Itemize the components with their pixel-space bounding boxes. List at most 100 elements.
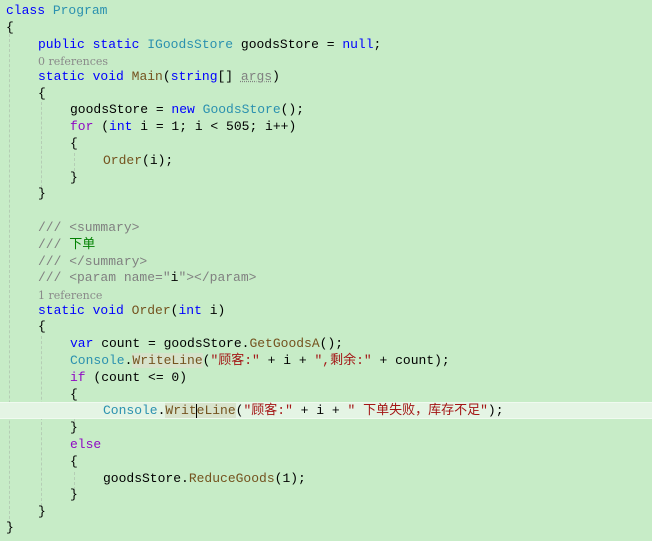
- punctuation: );: [487, 403, 504, 418]
- code-line[interactable]: for (int i = 1; i < 505; i++): [0, 118, 652, 135]
- type-name: Console: [103, 403, 158, 418]
- expression: + i +: [292, 403, 348, 418]
- code-line[interactable]: goodsStore = new GoodsStore();: [0, 101, 652, 118]
- code-line[interactable]: /// </summary>: [0, 253, 652, 270]
- current-line[interactable]: Console.WriteLine("顾客:" + i + " 下单失败，库存不…: [0, 402, 652, 419]
- keyword: static: [38, 303, 85, 318]
- brace: }: [38, 504, 46, 519]
- code-line[interactable]: static void Order(int i): [0, 302, 652, 319]
- doc-comment-tag: "></param>: [178, 270, 257, 285]
- keyword: public: [38, 37, 85, 52]
- keyword: new: [171, 102, 195, 117]
- parameter: i): [201, 303, 226, 318]
- code-line[interactable]: goodsStore.ReduceGoods(1);: [0, 470, 652, 487]
- code-line[interactable]: /// <param name="i"></param>: [0, 269, 652, 286]
- method-name-highlighted: WriteLine: [132, 353, 203, 368]
- doc-comment-prefix: ///: [38, 237, 62, 252]
- code-line[interactable]: class Program: [0, 2, 652, 19]
- code-line[interactable]: {: [0, 318, 652, 335]
- keyword: static: [92, 37, 140, 52]
- punctuation: (: [93, 119, 110, 134]
- code-line[interactable]: {: [0, 386, 652, 403]
- punctuation: ;: [373, 37, 382, 52]
- doc-comment-tag: </summary>: [61, 254, 148, 269]
- punctuation: ();: [319, 336, 344, 351]
- keyword: class: [6, 3, 46, 18]
- code-line[interactable]: {: [0, 85, 652, 102]
- doc-comment-prefix: ///: [38, 220, 62, 235]
- brace: }: [38, 186, 46, 201]
- type-name: GoodsStore: [202, 102, 281, 117]
- control-keyword: if: [70, 370, 86, 385]
- code-line[interactable]: /// <summary>: [0, 219, 652, 236]
- keyword: var: [70, 336, 94, 351]
- method-name-highlighted: Writ: [165, 403, 197, 418]
- brace: }: [70, 170, 78, 185]
- code-line[interactable]: }: [0, 169, 652, 186]
- string-literal: " 下单失败，库存不足": [347, 403, 488, 418]
- code-line[interactable]: else: [0, 436, 652, 453]
- class-name: Program: [52, 3, 108, 18]
- punctuation: ): [272, 69, 280, 84]
- code-line[interactable]: if (count <= 0): [0, 369, 652, 386]
- keyword: int: [109, 119, 133, 134]
- brace: }: [70, 420, 78, 435]
- brace: {: [70, 387, 78, 402]
- code-line[interactable]: var count = goodsStore.GetGoodsA();: [0, 335, 652, 352]
- code-line[interactable]: }: [0, 503, 652, 520]
- identifier: goodsStore: [70, 102, 149, 117]
- expression: + i +: [259, 353, 315, 368]
- method-name: ReduceGoods: [188, 471, 275, 486]
- doc-comment-text: 下单: [61, 237, 96, 252]
- string-literal: "顾客:": [210, 353, 260, 368]
- method-name-highlighted: eLine: [196, 403, 236, 418]
- brace: }: [70, 487, 78, 502]
- keyword: void: [92, 69, 124, 84]
- code-line[interactable]: }: [0, 519, 652, 536]
- field-name: goodsStore: [240, 37, 319, 52]
- keyword: void: [92, 303, 124, 318]
- code-line[interactable]: {: [0, 135, 652, 152]
- method-name: Order: [103, 153, 143, 168]
- operator: =: [318, 37, 343, 52]
- code-line[interactable]: }: [0, 185, 652, 202]
- arguments: (i);: [142, 153, 174, 168]
- operator: =: [148, 102, 172, 117]
- doc-comment-tag: <param name=": [61, 270, 171, 285]
- expression: count = goodsStore.: [93, 336, 250, 351]
- type-name: Console: [70, 353, 125, 368]
- expression: + count);: [371, 353, 450, 368]
- method-name: Order: [131, 303, 171, 318]
- loop-expression: i = 1; i < 505; i++): [132, 119, 297, 134]
- keyword: int: [178, 303, 202, 318]
- code-line[interactable]: Order(i);: [0, 152, 652, 169]
- code-line[interactable]: }: [0, 419, 652, 436]
- punctuation: ();: [280, 102, 305, 117]
- brace: {: [6, 20, 14, 35]
- doc-comment-prefix: ///: [38, 270, 62, 285]
- arguments: (1);: [274, 471, 306, 486]
- type-name: IGoodsStore: [147, 37, 234, 52]
- code-line[interactable]: /// 下单: [0, 236, 652, 253]
- identifier: goodsStore.: [103, 471, 189, 486]
- condition: (count <= 0): [85, 370, 188, 385]
- brace: {: [70, 136, 78, 151]
- punctuation: []: [217, 69, 241, 84]
- keyword: static: [38, 69, 85, 84]
- method-name: GetGoodsA: [249, 336, 320, 351]
- string-literal: ",剩余:": [314, 353, 372, 368]
- code-line[interactable]: {: [0, 19, 652, 36]
- brace: }: [6, 520, 14, 535]
- brace: {: [70, 454, 78, 469]
- code-line[interactable]: Console.WriteLine("顾客:" + i + ",剩余:" + c…: [0, 352, 652, 369]
- code-line[interactable]: {: [0, 453, 652, 470]
- keyword: null: [342, 37, 374, 52]
- code-line[interactable]: public static IGoodsStore goodsStore = n…: [0, 36, 652, 53]
- code-editor[interactable]: class Program { public static IGoodsStor…: [0, 0, 652, 541]
- doc-comment-tag: <summary>: [61, 220, 140, 235]
- code-line[interactable]: }: [0, 486, 652, 503]
- keyword: string: [170, 69, 218, 84]
- code-line[interactable]: static void Main(string[] args): [0, 68, 652, 85]
- parameter-name: args: [240, 69, 273, 84]
- brace: {: [38, 86, 46, 101]
